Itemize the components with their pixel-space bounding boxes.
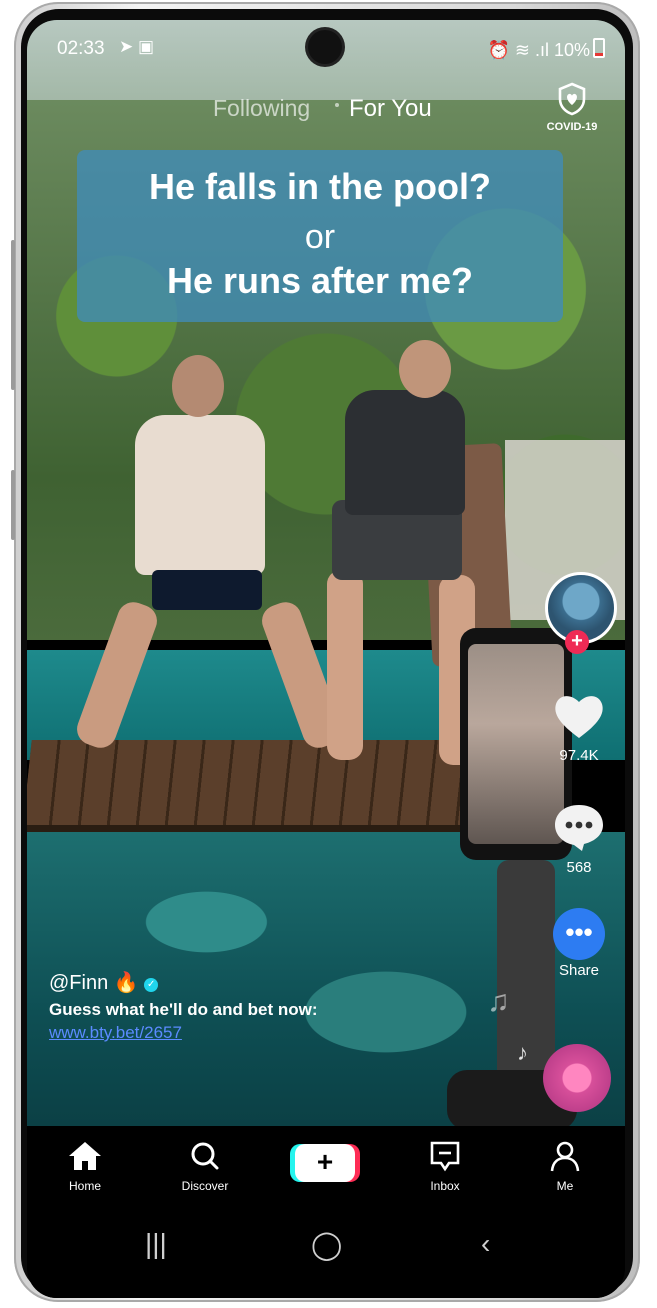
notification-icons: ➤ ▣ xyxy=(119,37,155,56)
person-head xyxy=(399,340,451,398)
overlay-line-2: or xyxy=(304,218,336,256)
shield-heart-icon xyxy=(558,82,586,116)
post-link[interactable]: www.bty.bet/2657 xyxy=(49,1023,182,1043)
post-username-row[interactable]: @Finn 🔥 ✓ xyxy=(49,970,159,995)
profile-icon xyxy=(550,1141,580,1172)
overlay-line-1: He falls in the pool? xyxy=(148,166,492,207)
nav-me[interactable]: Me xyxy=(525,1140,605,1193)
tab-separator xyxy=(335,103,339,107)
heart-icon xyxy=(555,696,603,738)
comment-button[interactable]: 568 xyxy=(542,802,616,876)
fire-emoji: 🔥 xyxy=(113,972,139,994)
screen: 02:33 ➤ ▣ ⏰ ≋ .ıl 10% Following For You … xyxy=(27,20,625,1298)
comment-icon xyxy=(555,805,603,851)
side-button xyxy=(11,240,15,390)
bottom-nav: Home Discover + Inbox Me xyxy=(27,1126,625,1206)
nav-inbox[interactable]: Inbox xyxy=(405,1140,485,1193)
system-nav: ||| ◯ ‹ xyxy=(27,1206,625,1298)
status-time: 02:33 xyxy=(57,38,105,59)
create-button[interactable]: + xyxy=(295,1144,355,1182)
music-note-icon: ♪ xyxy=(517,1040,528,1065)
side-button xyxy=(11,470,15,540)
share-label: Share xyxy=(558,962,600,979)
nav-home[interactable]: Home xyxy=(45,1140,125,1193)
nav-home-label: Home xyxy=(68,1179,101,1193)
comment-count: 568 xyxy=(566,859,592,876)
music-disc[interactable] xyxy=(543,1044,611,1112)
home-icon xyxy=(69,1142,101,1170)
share-button[interactable]: ••• Share xyxy=(542,908,616,979)
like-button[interactable]: 97.4K xyxy=(542,692,616,764)
nav-me-label: Me xyxy=(556,1179,574,1193)
covid-button[interactable]: COVID-19 xyxy=(535,82,609,133)
person-leg xyxy=(327,570,363,760)
nav-discover[interactable]: Discover xyxy=(165,1140,245,1193)
status-bar: 02:33 ➤ ▣ ⏰ ≋ .ıl 10% xyxy=(27,20,625,80)
music-note-icon: ♫ xyxy=(487,985,510,1018)
inbox-icon xyxy=(430,1141,460,1172)
battery-percent: 10% xyxy=(553,40,590,60)
person-shirt xyxy=(345,390,465,515)
scene-deck xyxy=(27,740,502,830)
nav-discover-label: Discover xyxy=(181,1179,229,1193)
home-button[interactable]: ◯ xyxy=(311,1228,342,1261)
nav-inbox-label: Inbox xyxy=(430,1179,460,1193)
share-dots-icon: ••• xyxy=(553,908,605,960)
tab-for-you[interactable]: For You xyxy=(349,95,432,123)
post-caption: Guess what he'll do and bet now: xyxy=(49,1000,318,1019)
username: @Finn xyxy=(49,972,109,994)
like-count: 97.4K xyxy=(559,747,599,764)
back-button[interactable]: ‹ xyxy=(481,1228,490,1260)
follow-button[interactable]: + xyxy=(565,630,589,654)
overlay-line-3: He runs after me? xyxy=(166,260,474,301)
covid-label: COVID-19 xyxy=(546,121,598,133)
front-camera xyxy=(308,30,342,64)
status-icons: ⏰ ≋ .ıl xyxy=(487,40,549,60)
person-head xyxy=(172,355,224,417)
tab-following[interactable]: Following xyxy=(213,95,310,122)
person-shorts xyxy=(152,570,262,610)
recents-button[interactable]: ||| xyxy=(145,1228,167,1260)
person-shirt xyxy=(135,415,265,575)
search-icon xyxy=(191,1142,219,1170)
overlay-caption: He falls in the pool? or He runs after m… xyxy=(77,150,563,322)
status-right: ⏰ ≋ .ıl 10% xyxy=(487,38,605,61)
verified-badge-icon: ✓ xyxy=(144,978,159,992)
battery-icon xyxy=(593,38,605,58)
